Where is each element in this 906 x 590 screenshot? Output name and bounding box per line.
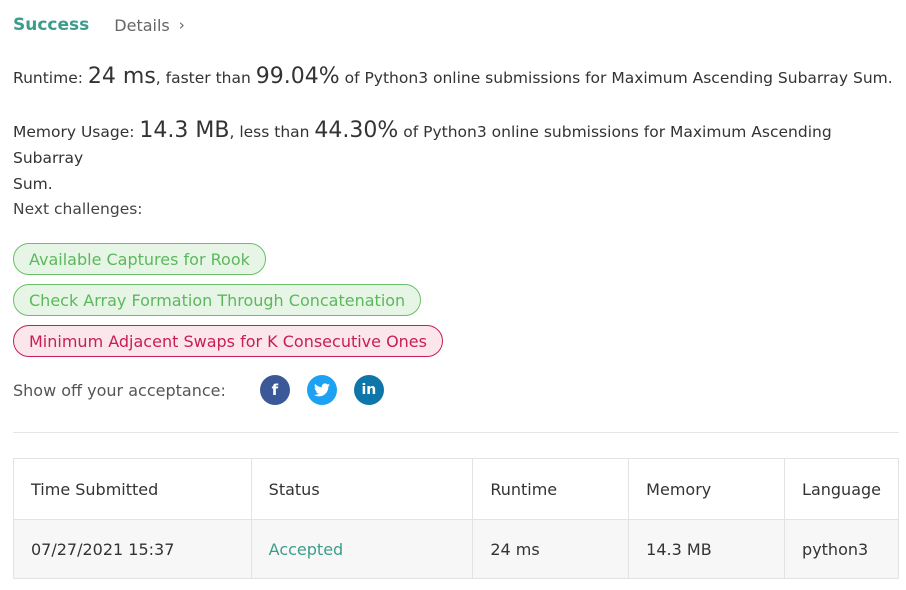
cell-language: python3	[784, 519, 899, 579]
status-title: Success	[13, 15, 90, 35]
divider	[13, 432, 899, 433]
table-header-row: Time Submitted Status Runtime Memory Lan…	[13, 458, 899, 520]
cell-memory: 14.3 MB	[628, 519, 786, 579]
runtime-percent: 99.04%	[255, 64, 340, 89]
linkedin-icon[interactable]: in	[353, 375, 384, 405]
challenge-chip-easy[interactable]: Available Captures for Rook	[13, 243, 266, 275]
column-header-language: Language	[784, 458, 899, 520]
runtime-label: Runtime:	[13, 69, 83, 87]
memory-suffix-line1: of Python3 online submissions for Maximu…	[13, 123, 832, 167]
runtime-value: 24 ms	[87, 64, 156, 89]
column-header-status: Status	[250, 458, 474, 520]
runtime-stat: Runtime: 24 ms, faster than 99.04% of Py…	[13, 64, 893, 91]
runtime-suffix: of Python3 online submissions for Maximu…	[344, 69, 893, 87]
memory-stat: Memory Usage: 14.3 MB, less than 44.30% …	[13, 118, 906, 197]
twitter-bird-glyph	[313, 383, 330, 397]
column-header-runtime: Runtime	[472, 458, 630, 520]
memory-suffix-line2: Sum.	[13, 175, 53, 193]
twitter-icon[interactable]	[306, 375, 337, 405]
details-label: Details	[114, 15, 170, 35]
cell-status: Accepted	[250, 519, 474, 579]
submission-result-page: Success Details › Runtime: 24 ms, faster…	[0, 0, 906, 590]
details-link[interactable]: Details ›	[114, 16, 184, 35]
column-header-time: Time Submitted	[13, 458, 252, 520]
table-row: 07/27/2021 15:37 Accepted 24 ms 14.3 MB …	[13, 519, 899, 579]
facebook-icon[interactable]: f	[259, 375, 290, 405]
result-header: Success Details ›	[13, 12, 185, 38]
column-header-memory: Memory	[628, 458, 786, 520]
submissions-table: Time Submitted Status Runtime Memory Lan…	[13, 458, 899, 579]
cell-time-submitted: 07/27/2021 15:37	[13, 519, 252, 579]
memory-label: Memory Usage:	[13, 123, 135, 141]
challenge-chip-easy[interactable]: Check Array Formation Through Concatenat…	[13, 284, 422, 316]
memory-value: 14.3 MB	[139, 118, 230, 143]
challenge-chip-hard[interactable]: Minimum Adjacent Swaps for K Consecutive…	[13, 325, 443, 357]
cell-runtime: 24 ms	[472, 519, 630, 579]
share-row: Show off your acceptance: f in	[13, 375, 384, 405]
memory-percent: 44.30%	[314, 118, 399, 143]
share-label: Show off your acceptance:	[13, 380, 226, 400]
chevron-right-icon: ›	[178, 16, 185, 34]
next-challenges-label: Next challenges:	[13, 200, 143, 218]
runtime-mid-text: , faster than	[155, 69, 251, 87]
memory-mid-text: , less than	[229, 123, 310, 141]
status-accepted-link[interactable]: Accepted	[269, 540, 344, 559]
